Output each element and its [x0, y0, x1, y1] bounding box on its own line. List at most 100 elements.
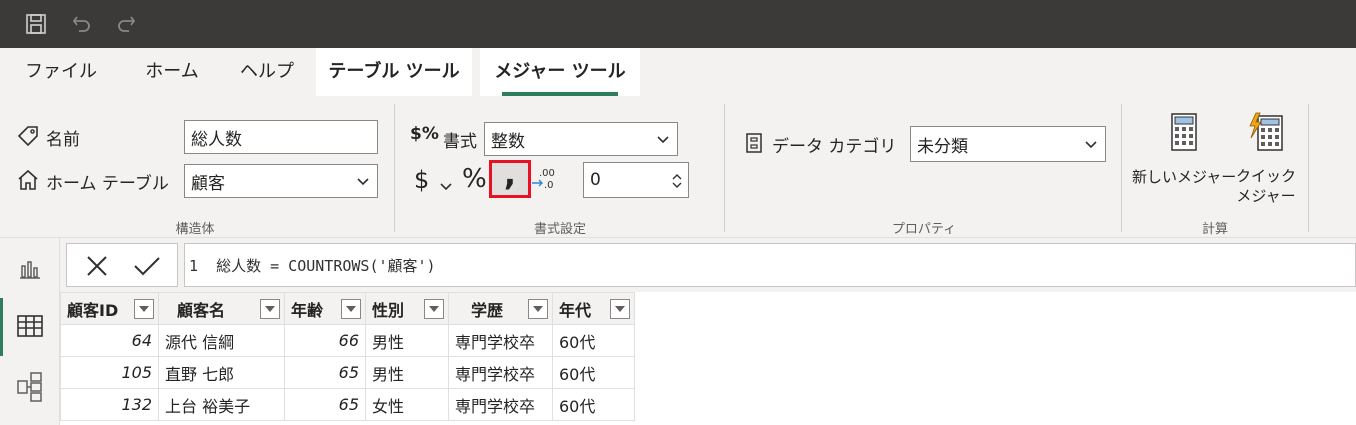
svg-text:.00: .00 [539, 168, 555, 179]
table-cell[interactable]: 男性 [365, 356, 449, 389]
quick-measure-label: クイック メジャー [1236, 166, 1296, 206]
home-table-label: ホーム テーブル [46, 174, 169, 194]
table-cell[interactable]: 専門学校卒 [448, 324, 553, 357]
filter-dropdown-icon[interactable] [341, 299, 361, 319]
format-value: 整数 [491, 131, 525, 152]
data-category-label: データ カテゴリ [772, 137, 897, 157]
table-cell[interactable]: 64 [60, 324, 159, 357]
table-cell[interactable]: 直野 七郎 [158, 356, 285, 389]
column-header[interactable]: 学歴 [448, 292, 553, 325]
filter-dropdown-icon[interactable] [610, 299, 630, 319]
model-view-icon[interactable] [17, 372, 43, 406]
comma-style-button[interactable]: , [489, 158, 531, 198]
table-cell[interactable]: 105 [60, 356, 159, 389]
save-icon[interactable] [24, 12, 48, 36]
table-cell[interactable]: 65 [284, 388, 366, 421]
new-measure-label: 新しいメジャー [1132, 168, 1237, 186]
filter-dropdown-icon[interactable] [528, 299, 548, 319]
tab-measure-tools-label: メジャー ツール [494, 61, 626, 82]
column-header[interactable]: 性別 [365, 292, 449, 325]
data-category-value: 未分類 [917, 136, 968, 157]
table-row[interactable]: 105 直野 七郎 65 男性 専門学校卒 60代 [60, 356, 635, 389]
title-bar [0, 0, 1356, 48]
column-header[interactable]: 年齢 [284, 292, 366, 325]
group-separator [1121, 104, 1122, 232]
data-category-select[interactable]: 未分類 [910, 126, 1106, 162]
group-separator [1308, 104, 1309, 232]
table-cell[interactable]: 60代 [552, 388, 635, 421]
group-separator [724, 104, 725, 232]
quick-measure-label-line1: クイック [1236, 167, 1297, 185]
table-cell[interactable]: 132 [60, 388, 159, 421]
tab-home[interactable]: ホーム [134, 48, 210, 96]
group-label-properties: プロパティ [891, 222, 957, 237]
format-select[interactable]: 整数 [484, 122, 678, 156]
format-label: 書式 [443, 132, 477, 152]
commit-formula-icon[interactable] [133, 254, 161, 282]
formula-line-number: 1 [189, 257, 199, 275]
undo-icon[interactable] [70, 12, 94, 36]
tab-help[interactable]: ヘルプ [228, 48, 306, 96]
table-cell[interactable]: 女性 [365, 388, 449, 421]
svg-text:.0: .0 [544, 180, 554, 191]
filter-dropdown-icon[interactable] [134, 299, 154, 319]
table-cell[interactable]: 男性 [365, 324, 449, 357]
tab-file[interactable]: ファイル [18, 48, 104, 96]
report-view-icon[interactable] [18, 256, 42, 284]
ribbon-tabs: ファイル ホーム ヘルプ テーブル ツール メジャー ツール [0, 48, 1356, 96]
spinner-down-icon[interactable] [672, 174, 682, 194]
table-cell[interactable]: 65 [284, 356, 366, 389]
view-switcher [0, 238, 60, 425]
column-header[interactable]: 年代 [552, 292, 635, 325]
decimal-places-input[interactable]: 0 [583, 162, 689, 198]
tab-measure-tools[interactable]: メジャー ツール [480, 48, 640, 96]
table-row[interactable]: 64 源代 信綱 66 男性 専門学校卒 60代 [60, 324, 635, 357]
chevron-down-icon [657, 129, 669, 149]
formula-input[interactable]: 1 総人数 = COUNTROWS('顧客') [184, 243, 1356, 287]
redo-icon[interactable] [114, 12, 138, 36]
tab-table-tools-label: テーブル ツール [328, 61, 460, 82]
group-label-structure: 構造体 [175, 222, 215, 237]
filter-dropdown-icon[interactable] [424, 299, 444, 319]
new-measure-button[interactable]: 新しいメジャー [1132, 108, 1236, 208]
data-category-icon [745, 132, 763, 158]
column-header-label: 学歴 [471, 300, 504, 320]
decimal-places-value: 0 [590, 170, 601, 190]
table-cell[interactable]: 60代 [552, 356, 635, 389]
format-icon: $% [410, 124, 439, 144]
column-header[interactable]: 顧客名 [158, 292, 285, 325]
column-header-label: 顧客名 [177, 300, 226, 320]
column-header[interactable]: 顧客ID [60, 292, 159, 325]
currency-button[interactable]: $ [414, 166, 429, 194]
home-icon [16, 168, 40, 196]
increase-decimal-icon[interactable]: .00.0 [531, 166, 557, 196]
quick-measure-label-line2: メジャー [1236, 187, 1296, 205]
quick-measure-button[interactable]: クイック メジャー [1236, 108, 1296, 208]
table-cell[interactable]: 専門学校卒 [448, 356, 553, 389]
name-input[interactable]: 総人数 [184, 120, 378, 154]
group-label-formatting: 書式設定 [533, 222, 586, 237]
group-label-calculations: 計算 [1201, 222, 1228, 237]
table-cell[interactable]: 66 [284, 324, 366, 357]
home-table-select[interactable]: 顧客 [184, 164, 378, 198]
quick-calculator-icon [1246, 112, 1286, 156]
header-row: 顧客ID 顧客名 年齢 性別 学歴 年代 [60, 292, 635, 325]
table-cell[interactable]: 60代 [552, 324, 635, 357]
home-table-value: 顧客 [191, 173, 225, 194]
table-cell[interactable]: 専門学校卒 [448, 388, 553, 421]
tab-table-tools[interactable]: テーブル ツール [316, 48, 472, 96]
table-cell[interactable]: 源代 信綱 [158, 324, 285, 357]
column-header-label: 性別 [372, 300, 405, 320]
table-row[interactable]: 132 上台 裕美子 65 女性 専門学校卒 60代 [60, 388, 635, 421]
column-header-label: 年代 [559, 300, 592, 320]
group-separator [394, 104, 395, 232]
filter-dropdown-icon[interactable] [260, 299, 280, 319]
column-header-label: 年齢 [291, 300, 324, 320]
currency-dropdown-icon[interactable] [440, 176, 452, 195]
cancel-formula-icon[interactable] [85, 254, 109, 282]
table-cell[interactable]: 上台 裕美子 [158, 388, 285, 421]
active-view-indicator [0, 298, 3, 356]
ribbon: 名前 総人数 ホーム テーブル 顧客 構造体 $% 書式 整数 $ % , .0… [0, 96, 1356, 238]
data-view-icon[interactable] [17, 314, 43, 342]
percent-button[interactable]: % [462, 164, 487, 194]
